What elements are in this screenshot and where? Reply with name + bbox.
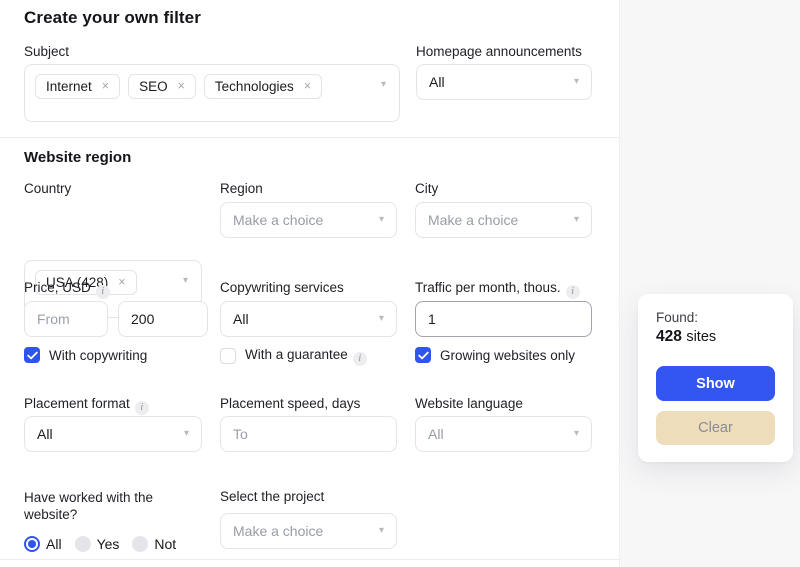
bottom-divider	[0, 559, 620, 560]
checkbox-label: With copywriting	[49, 347, 148, 363]
remove-tag-icon[interactable]: ×	[304, 80, 311, 93]
tag-internet: Internet ×	[35, 74, 121, 99]
checkbox-checked-icon	[415, 347, 431, 363]
traffic-label: Traffic per month, thous. i	[415, 280, 580, 299]
results-card: Found: 428 sites Show Clear	[638, 294, 793, 462]
chevron-down-icon: ▾	[380, 79, 386, 90]
page-title: Create your own filter	[24, 8, 201, 27]
found-count: 428	[656, 328, 682, 345]
price-from-input[interactable]	[24, 301, 108, 337]
chevron-down-icon: ▾	[182, 275, 188, 286]
radio-unselected-icon	[74, 536, 91, 552]
project-select[interactable]: Make a choice ▾	[220, 513, 397, 549]
radio-label: Yes	[96, 536, 120, 552]
clear-button[interactable]: Clear	[656, 411, 775, 445]
found-count-suffix: sites	[686, 329, 717, 345]
select-placeholder: Make a choice	[233, 212, 324, 228]
radio-label: Not	[154, 536, 177, 552]
homepage-announcements-label: Homepage announcements	[416, 44, 582, 59]
info-icon[interactable]: i	[352, 351, 367, 366]
found-label: Found:	[656, 310, 699, 325]
price-label-text: Price, USD	[24, 280, 91, 295]
info-icon[interactable]: i	[565, 284, 580, 299]
select-value: All	[37, 426, 53, 442]
tag-label: SEO	[139, 79, 168, 94]
radio-label: All	[46, 536, 62, 552]
growing-websites-checkbox[interactable]: Growing websites only	[415, 347, 575, 363]
placement-format-select[interactable]: All ▾	[24, 416, 202, 452]
filter-form-panel: Create your own filter Subject Internet …	[0, 0, 620, 567]
radio-selected-icon	[24, 536, 40, 552]
chevron-down-icon: ▾	[183, 428, 189, 439]
worked-with-label: Have worked with the website?	[24, 490, 154, 522]
chevron-down-icon: ▾	[378, 313, 384, 324]
subject-label: Subject	[24, 44, 70, 59]
chevron-down-icon: ▾	[573, 428, 579, 439]
checkbox-unchecked-icon	[220, 348, 236, 365]
city-label: City	[415, 181, 439, 196]
subject-multiselect[interactable]: Internet × SEO × Technologies × ▾	[24, 64, 400, 122]
select-value: All	[233, 311, 249, 327]
radio-unselected-icon	[132, 536, 149, 552]
copywriting-services-select[interactable]: All ▾	[220, 301, 397, 337]
traffic-label-text: Traffic per month, thous.	[415, 280, 561, 295]
traffic-input[interactable]	[415, 301, 592, 337]
remove-tag-icon[interactable]: ×	[118, 276, 125, 289]
with-copywriting-checkbox[interactable]: With copywriting	[24, 347, 147, 363]
homepage-announcements-select[interactable]: All ▾	[416, 64, 592, 100]
city-select[interactable]: Make a choice ▾	[415, 202, 592, 238]
radio-all[interactable]: All	[24, 536, 62, 552]
select-project-label: Select the project	[220, 489, 325, 504]
checkbox-label-text: With a guarantee	[245, 347, 348, 362]
tag-technologies: Technologies ×	[203, 74, 323, 99]
chevron-down-icon: ▾	[573, 214, 579, 225]
website-language-select[interactable]: All ▾	[415, 416, 592, 452]
website-region-heading: Website region	[24, 149, 132, 166]
chevron-down-icon: ▾	[378, 214, 384, 225]
tag-label: Technologies	[214, 79, 294, 94]
region-select[interactable]: Make a choice ▾	[220, 202, 397, 238]
radio-not[interactable]: Not	[132, 536, 176, 552]
section-divider	[0, 137, 620, 138]
remove-tag-icon[interactable]: ×	[102, 80, 109, 93]
price-label: Price, USD i	[24, 280, 110, 299]
price-to-input[interactable]	[118, 301, 208, 337]
placement-format-label: Placement format i	[24, 396, 149, 415]
select-value: All	[428, 426, 444, 442]
website-language-label: Website language	[415, 396, 523, 411]
checkbox-label: Growing websites only	[440, 347, 576, 363]
radio-yes[interactable]: Yes	[74, 536, 120, 552]
copywriting-services-label: Copywriting services	[220, 280, 344, 295]
checkbox-label: With a guarantee i	[245, 347, 367, 366]
show-button[interactable]: Show	[656, 366, 775, 401]
tag-label: Internet	[46, 79, 92, 94]
remove-tag-icon[interactable]: ×	[178, 80, 185, 93]
select-value: All	[429, 74, 445, 90]
region-label: Region	[220, 181, 263, 196]
select-placeholder: Make a choice	[428, 212, 519, 228]
info-icon[interactable]: i	[134, 400, 149, 415]
select-placeholder: Make a choice	[233, 523, 324, 539]
tag-seo: SEO ×	[128, 74, 196, 99]
placement-speed-label: Placement speed, days	[220, 396, 361, 411]
placement-speed-input[interactable]	[220, 416, 397, 452]
placement-format-label-text: Placement format	[24, 396, 130, 411]
with-guarantee-checkbox[interactable]: With a guarantee i	[220, 347, 367, 366]
info-icon[interactable]: i	[95, 284, 110, 299]
chevron-down-icon: ▾	[573, 76, 579, 87]
chevron-down-icon: ▾	[378, 525, 384, 536]
found-count-line: 428 sites	[656, 328, 716, 346]
worked-with-radio-group: All Yes Not	[24, 536, 176, 552]
country-label: Country	[24, 181, 72, 196]
checkbox-checked-icon	[24, 347, 40, 363]
